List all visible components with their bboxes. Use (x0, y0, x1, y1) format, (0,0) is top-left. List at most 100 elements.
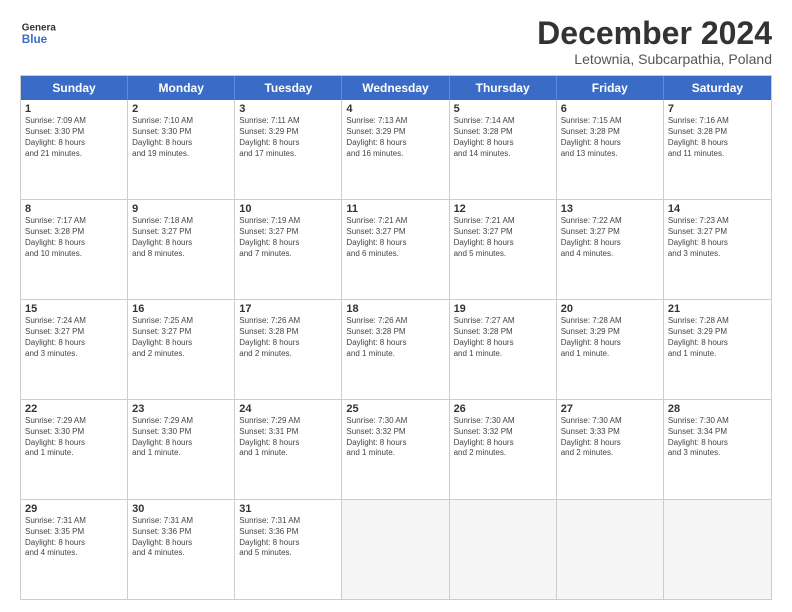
day-number: 25 (346, 403, 444, 415)
calendar-cell: 1Sunrise: 7:09 AM Sunset: 3:30 PM Daylig… (21, 100, 128, 199)
day-number: 6 (561, 103, 659, 115)
day-number: 14 (668, 203, 767, 215)
svg-text:General: General (22, 22, 56, 33)
logo-icon: General Blue (20, 16, 56, 52)
cell-info: Sunrise: 7:28 AM Sunset: 3:29 PM Dayligh… (561, 316, 659, 359)
calendar-cell (557, 500, 664, 599)
calendar-cell: 5Sunrise: 7:14 AM Sunset: 3:28 PM Daylig… (450, 100, 557, 199)
cell-info: Sunrise: 7:29 AM Sunset: 3:30 PM Dayligh… (132, 416, 230, 459)
calendar-cell: 3Sunrise: 7:11 AM Sunset: 3:29 PM Daylig… (235, 100, 342, 199)
day-number: 12 (454, 203, 552, 215)
calendar-cell: 29Sunrise: 7:31 AM Sunset: 3:35 PM Dayli… (21, 500, 128, 599)
header-saturday: Saturday (664, 76, 771, 100)
header-monday: Monday (128, 76, 235, 100)
day-number: 17 (239, 303, 337, 315)
cell-info: Sunrise: 7:19 AM Sunset: 3:27 PM Dayligh… (239, 216, 337, 259)
calendar-cell: 19Sunrise: 7:27 AM Sunset: 3:28 PM Dayli… (450, 300, 557, 399)
cell-info: Sunrise: 7:25 AM Sunset: 3:27 PM Dayligh… (132, 316, 230, 359)
day-number: 29 (25, 503, 123, 515)
header: General Blue December 2024 Letownia, Sub… (20, 16, 772, 67)
day-number: 20 (561, 303, 659, 315)
day-number: 18 (346, 303, 444, 315)
main-title: December 2024 (537, 16, 772, 51)
header-tuesday: Tuesday (235, 76, 342, 100)
day-number: 3 (239, 103, 337, 115)
calendar-cell: 11Sunrise: 7:21 AM Sunset: 3:27 PM Dayli… (342, 200, 449, 299)
cell-info: Sunrise: 7:21 AM Sunset: 3:27 PM Dayligh… (346, 216, 444, 259)
calendar-cell: 30Sunrise: 7:31 AM Sunset: 3:36 PM Dayli… (128, 500, 235, 599)
cell-info: Sunrise: 7:21 AM Sunset: 3:27 PM Dayligh… (454, 216, 552, 259)
header-thursday: Thursday (450, 76, 557, 100)
day-number: 22 (25, 403, 123, 415)
cell-info: Sunrise: 7:24 AM Sunset: 3:27 PM Dayligh… (25, 316, 123, 359)
cell-info: Sunrise: 7:30 AM Sunset: 3:33 PM Dayligh… (561, 416, 659, 459)
day-number: 8 (25, 203, 123, 215)
calendar-cell: 8Sunrise: 7:17 AM Sunset: 3:28 PM Daylig… (21, 200, 128, 299)
cell-info: Sunrise: 7:30 AM Sunset: 3:32 PM Dayligh… (346, 416, 444, 459)
cell-info: Sunrise: 7:09 AM Sunset: 3:30 PM Dayligh… (25, 116, 123, 159)
day-number: 1 (25, 103, 123, 115)
calendar-cell: 24Sunrise: 7:29 AM Sunset: 3:31 PM Dayli… (235, 400, 342, 499)
day-number: 31 (239, 503, 337, 515)
day-number: 2 (132, 103, 230, 115)
calendar-cell: 17Sunrise: 7:26 AM Sunset: 3:28 PM Dayli… (235, 300, 342, 399)
day-number: 11 (346, 203, 444, 215)
calendar-body: 1Sunrise: 7:09 AM Sunset: 3:30 PM Daylig… (21, 100, 771, 599)
cell-info: Sunrise: 7:28 AM Sunset: 3:29 PM Dayligh… (668, 316, 767, 359)
day-number: 28 (668, 403, 767, 415)
calendar-cell: 10Sunrise: 7:19 AM Sunset: 3:27 PM Dayli… (235, 200, 342, 299)
title-block: December 2024 Letownia, Subcarpathia, Po… (537, 16, 772, 67)
header-wednesday: Wednesday (342, 76, 449, 100)
calendar-cell: 31Sunrise: 7:31 AM Sunset: 3:36 PM Dayli… (235, 500, 342, 599)
cell-info: Sunrise: 7:26 AM Sunset: 3:28 PM Dayligh… (239, 316, 337, 359)
logo: General Blue (20, 16, 56, 52)
calendar-cell: 28Sunrise: 7:30 AM Sunset: 3:34 PM Dayli… (664, 400, 771, 499)
day-number: 5 (454, 103, 552, 115)
cell-info: Sunrise: 7:30 AM Sunset: 3:32 PM Dayligh… (454, 416, 552, 459)
calendar-row-3: 15Sunrise: 7:24 AM Sunset: 3:27 PM Dayli… (21, 299, 771, 399)
calendar-cell: 9Sunrise: 7:18 AM Sunset: 3:27 PM Daylig… (128, 200, 235, 299)
calendar-cell: 18Sunrise: 7:26 AM Sunset: 3:28 PM Dayli… (342, 300, 449, 399)
day-number: 15 (25, 303, 123, 315)
header-sunday: Sunday (21, 76, 128, 100)
calendar-cell (450, 500, 557, 599)
page: General Blue December 2024 Letownia, Sub… (0, 0, 792, 612)
day-number: 30 (132, 503, 230, 515)
day-number: 27 (561, 403, 659, 415)
cell-info: Sunrise: 7:31 AM Sunset: 3:36 PM Dayligh… (132, 516, 230, 559)
cell-info: Sunrise: 7:31 AM Sunset: 3:36 PM Dayligh… (239, 516, 337, 559)
calendar-cell: 13Sunrise: 7:22 AM Sunset: 3:27 PM Dayli… (557, 200, 664, 299)
day-number: 4 (346, 103, 444, 115)
day-number: 23 (132, 403, 230, 415)
cell-info: Sunrise: 7:11 AM Sunset: 3:29 PM Dayligh… (239, 116, 337, 159)
day-number: 21 (668, 303, 767, 315)
cell-info: Sunrise: 7:23 AM Sunset: 3:27 PM Dayligh… (668, 216, 767, 259)
cell-info: Sunrise: 7:29 AM Sunset: 3:30 PM Dayligh… (25, 416, 123, 459)
cell-info: Sunrise: 7:17 AM Sunset: 3:28 PM Dayligh… (25, 216, 123, 259)
calendar-cell: 16Sunrise: 7:25 AM Sunset: 3:27 PM Dayli… (128, 300, 235, 399)
cell-info: Sunrise: 7:14 AM Sunset: 3:28 PM Dayligh… (454, 116, 552, 159)
calendar-cell: 25Sunrise: 7:30 AM Sunset: 3:32 PM Dayli… (342, 400, 449, 499)
calendar-cell: 26Sunrise: 7:30 AM Sunset: 3:32 PM Dayli… (450, 400, 557, 499)
calendar-row-4: 22Sunrise: 7:29 AM Sunset: 3:30 PM Dayli… (21, 399, 771, 499)
cell-info: Sunrise: 7:18 AM Sunset: 3:27 PM Dayligh… (132, 216, 230, 259)
calendar-cell: 15Sunrise: 7:24 AM Sunset: 3:27 PM Dayli… (21, 300, 128, 399)
cell-info: Sunrise: 7:30 AM Sunset: 3:34 PM Dayligh… (668, 416, 767, 459)
day-number: 9 (132, 203, 230, 215)
calendar-cell: 7Sunrise: 7:16 AM Sunset: 3:28 PM Daylig… (664, 100, 771, 199)
calendar-cell: 2Sunrise: 7:10 AM Sunset: 3:30 PM Daylig… (128, 100, 235, 199)
day-number: 10 (239, 203, 337, 215)
cell-info: Sunrise: 7:15 AM Sunset: 3:28 PM Dayligh… (561, 116, 659, 159)
calendar-cell: 12Sunrise: 7:21 AM Sunset: 3:27 PM Dayli… (450, 200, 557, 299)
calendar-row-2: 8Sunrise: 7:17 AM Sunset: 3:28 PM Daylig… (21, 199, 771, 299)
day-number: 13 (561, 203, 659, 215)
cell-info: Sunrise: 7:22 AM Sunset: 3:27 PM Dayligh… (561, 216, 659, 259)
calendar-header: Sunday Monday Tuesday Wednesday Thursday… (21, 76, 771, 100)
calendar-cell (342, 500, 449, 599)
calendar-cell: 23Sunrise: 7:29 AM Sunset: 3:30 PM Dayli… (128, 400, 235, 499)
calendar-cell: 21Sunrise: 7:28 AM Sunset: 3:29 PM Dayli… (664, 300, 771, 399)
cell-info: Sunrise: 7:13 AM Sunset: 3:29 PM Dayligh… (346, 116, 444, 159)
day-number: 19 (454, 303, 552, 315)
day-number: 7 (668, 103, 767, 115)
cell-info: Sunrise: 7:31 AM Sunset: 3:35 PM Dayligh… (25, 516, 123, 559)
